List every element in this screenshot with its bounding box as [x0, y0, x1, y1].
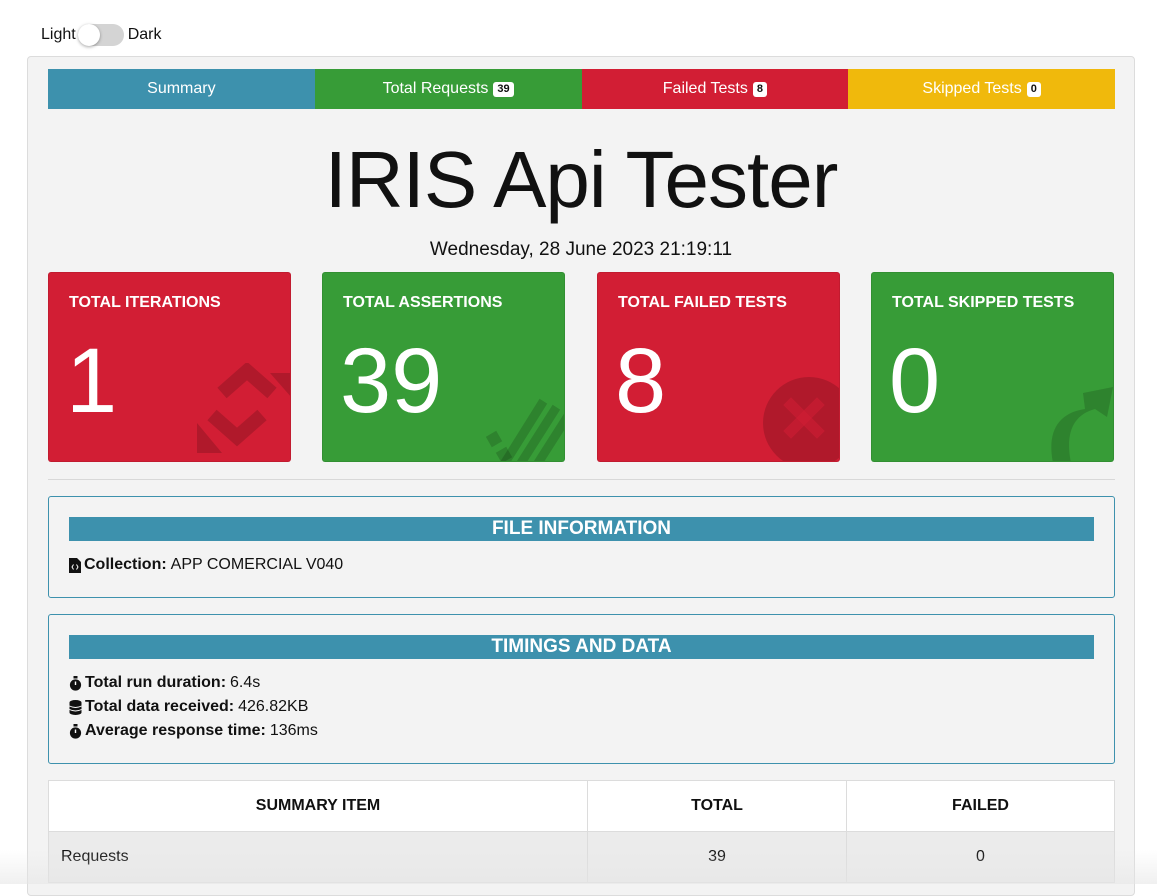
stopwatch-icon [69, 675, 82, 691]
timing-value: 136ms [269, 722, 318, 739]
timing-row: Total run duration: 6.4s [69, 674, 260, 692]
stopwatch-icon [69, 723, 82, 739]
tab-skipped-tests-label: Skipped Tests [922, 80, 1022, 97]
table-header-row: SUMMARY ITEM TOTAL FAILED [48, 780, 1115, 832]
card-value: 1 [66, 330, 118, 432]
theme-switch[interactable] [77, 24, 124, 46]
tab-summary[interactable]: Summary [48, 69, 315, 109]
tab-skipped-tests-badge: 0 [1026, 81, 1041, 97]
column-header: SUMMARY ITEM [48, 780, 588, 832]
card-total-iterations: TOTAL ITERATIONS 1 [48, 272, 291, 462]
timing-label: Average response time: [85, 722, 266, 739]
card-label: TOTAL SKIPPED TESTS [892, 294, 1075, 311]
times-circle-icon [763, 377, 839, 461]
share-icon [1051, 387, 1113, 461]
tab-bar: Summary Total Requests 39 Failed Tests 8 S… [48, 69, 1115, 109]
table-cell: Requests [48, 831, 588, 883]
card-total-assertions: TOTAL ASSERTIONS 39 [322, 272, 565, 462]
tab-total-requests-label: Total Requests [382, 80, 489, 97]
card-value: 39 [340, 330, 443, 432]
tab-failed-tests[interactable]: Failed Tests 8 [581, 69, 849, 109]
table-cell: 0 [846, 831, 1115, 883]
card-value: 0 [889, 330, 941, 432]
file-information-panel: FILE INFORMATION Collection: APP COMERCI… [48, 496, 1115, 598]
timing-label: Total run duration: [85, 674, 227, 691]
timing-value: 6.4s [230, 674, 261, 691]
timings-heading: TIMINGS AND DATA [69, 635, 1094, 659]
card-label: TOTAL ITERATIONS [69, 294, 221, 311]
report-panel: Summary Total Requests 39 Failed Tests 8 S… [27, 56, 1135, 896]
card-label: TOTAL ASSERTIONS [343, 294, 503, 311]
theme-toggle: Light Dark [41, 24, 161, 46]
table-cell: 39 [587, 831, 847, 883]
timing-label: Total data received: [85, 698, 235, 715]
page-title: IRIS Api Tester [324, 135, 839, 224]
timings-panel: TIMINGS AND DATA Total run duration: 6.4… [48, 614, 1115, 764]
card-total-failed-tests: TOTAL FAILED TESTS 8 [597, 272, 840, 462]
light-label: Light [41, 26, 76, 43]
collection-value: APP COMERCIAL V040 [170, 556, 344, 573]
database-icon [69, 699, 82, 715]
table-row: Requests 39 0 [48, 831, 1115, 883]
tasks-icon [486, 398, 564, 461]
divider [48, 479, 1115, 480]
tab-summary-label: Summary [147, 80, 216, 97]
timing-row: Average response time: 136ms [69, 722, 318, 740]
tab-total-requests-badge: 39 [493, 81, 514, 97]
card-total-skipped-tests: TOTAL SKIPPED TESTS 0 [871, 272, 1114, 462]
report-date: Wednesday, 28 June 2023 21:19:11 [429, 239, 733, 260]
summary-table: SUMMARY ITEM TOTAL FAILED Requests 39 0 [48, 780, 1115, 883]
file-information-heading: FILE INFORMATION [69, 517, 1094, 541]
switch-knob [77, 24, 100, 46]
timing-value: 426.82KB [238, 698, 309, 715]
column-header: TOTAL [587, 780, 847, 832]
collection-line: Collection: APP COMERCIAL V040 [69, 556, 343, 574]
file-code-icon [69, 557, 81, 573]
column-header: FAILED [846, 780, 1115, 832]
tab-failed-tests-badge: 8 [752, 81, 767, 97]
tab-skipped-tests[interactable]: Skipped Tests 0 [848, 69, 1115, 109]
dark-label: Dark [127, 26, 162, 43]
card-value: 8 [615, 330, 667, 432]
collection-label: Collection: [84, 556, 167, 573]
sync-icon [197, 363, 290, 453]
tab-total-requests[interactable]: Total Requests 39 [314, 69, 582, 109]
card-label: TOTAL FAILED TESTS [618, 294, 787, 311]
tab-failed-tests-label: Failed Tests [662, 80, 748, 97]
timing-row: Total data received: 426.82KB [69, 698, 308, 716]
